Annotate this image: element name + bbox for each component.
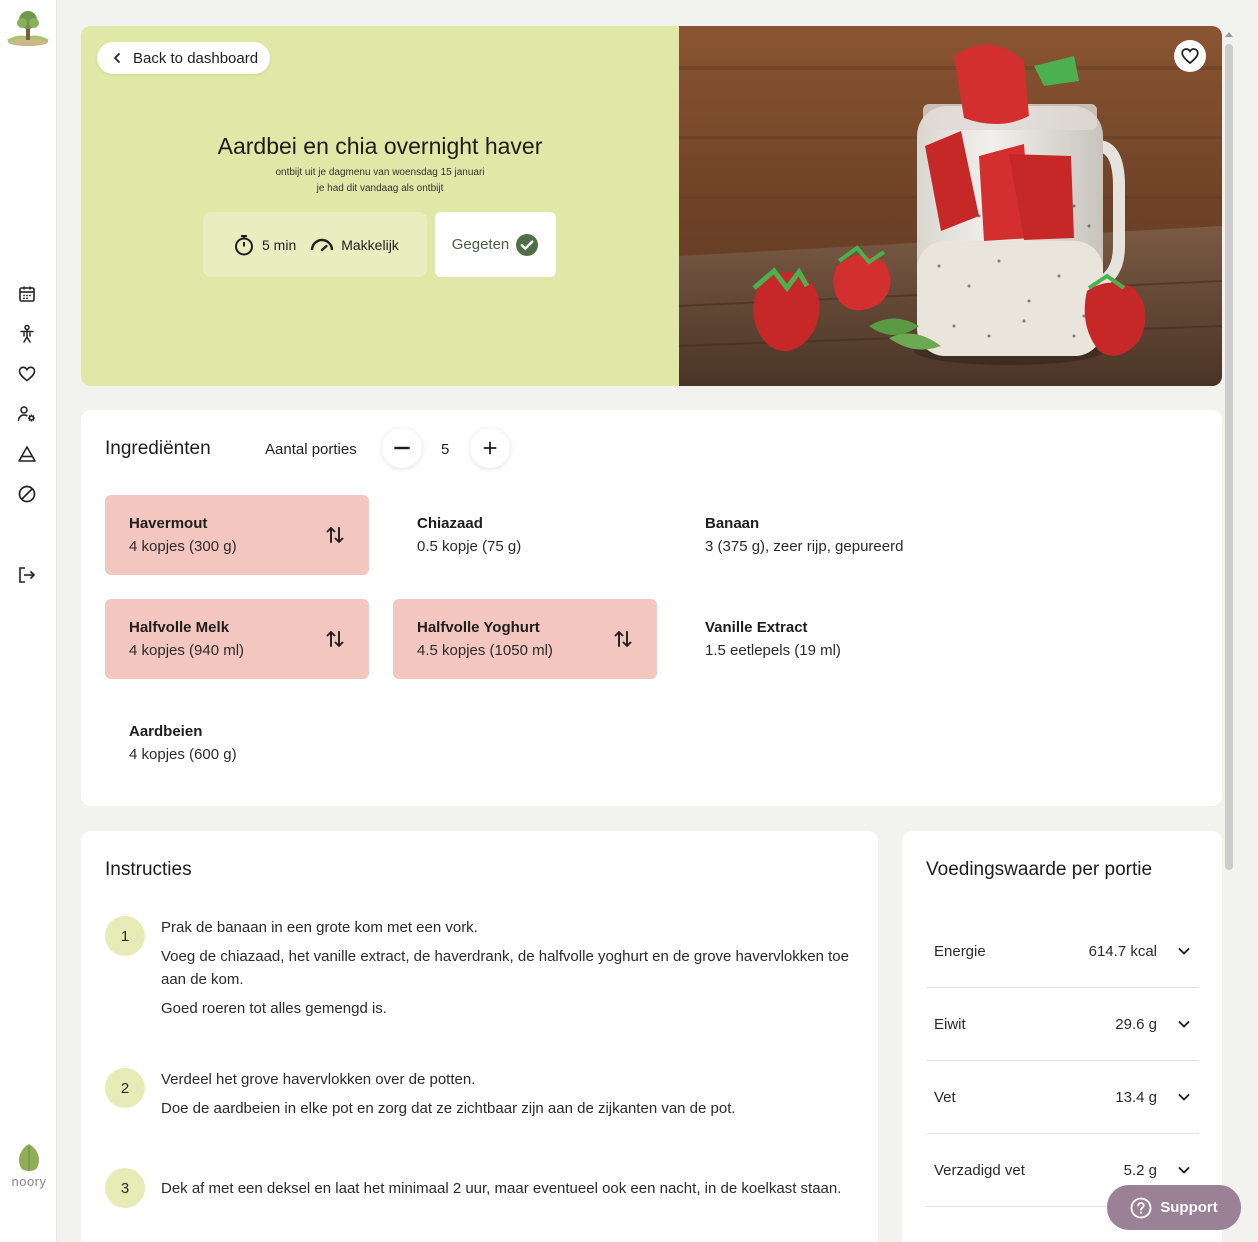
chevron-down-icon <box>1178 1094 1190 1101</box>
back-to-dashboard-button[interactable]: Back to dashboard <box>97 42 271 74</box>
plus-icon <box>483 441 497 455</box>
sidebar: noory <box>0 0 57 1242</box>
nutrition-value: 13.4 g <box>1115 1088 1157 1106</box>
calendar-icon[interactable] <box>16 283 38 305</box>
step-text: Goed roeren tot alles gemengd is. <box>161 1000 387 1017</box>
chevron-down-icon <box>1178 948 1190 955</box>
ingredient-amount: 0.5 kopje (75 g) <box>417 538 522 555</box>
decrease-portions-button[interactable] <box>382 428 422 468</box>
scroll-up-icon[interactable] <box>1224 30 1234 38</box>
ingredient-name: Vanille Extract <box>705 619 808 636</box>
ingredient-amount: 4 kopjes (940 ml) <box>129 642 245 659</box>
ingredient-amount: 1.5 eetlepels (19 ml) <box>705 642 841 659</box>
prep-time: 5 min <box>233 234 296 256</box>
ban-icon[interactable] <box>16 483 38 505</box>
minus-icon <box>394 446 410 450</box>
leaf-icon <box>15 1142 43 1174</box>
recipe-meta: 5 min Makkelijk <box>203 212 427 277</box>
ingredient-name: Aardbeien <box>129 723 203 740</box>
check-circle-icon <box>516 233 539 256</box>
step-number: 1 <box>105 916 145 956</box>
recipe-hero: Back to dashboard Aardbei en chia overni… <box>81 26 1222 386</box>
nutrition-label: Eiwit <box>934 1015 966 1033</box>
step-text: Prak de banaan in een grote kom met een … <box>161 919 478 936</box>
recipe-image <box>679 26 1222 386</box>
heart-icon[interactable] <box>16 363 38 385</box>
chevron-down-icon <box>1178 1021 1190 1028</box>
ingredient-amount: 3 (375 g), zeer rijp, gepureerd <box>705 538 904 555</box>
nutrition-value: 614.7 kcal <box>1088 942 1157 960</box>
ingredient-name: Banaan <box>705 515 760 532</box>
support-button[interactable]: Support <box>1107 1185 1241 1230</box>
step-text: Doe de aardbeien in elke pot en zorg dat… <box>161 1100 736 1117</box>
nutrition-row[interactable]: Energie 614.7 kcal <box>926 915 1199 988</box>
gauge-icon <box>311 238 334 251</box>
ingredients-title: Ingrediënten <box>105 438 211 459</box>
back-label: Back to dashboard <box>133 49 259 67</box>
ingredient-name: Havermout <box>129 515 208 532</box>
eaten-button[interactable]: Gegeten <box>435 212 556 277</box>
portions-label: Aantal porties <box>265 441 357 458</box>
difficulty-value: Makkelijk <box>341 236 399 253</box>
scrollbar-thumb[interactable] <box>1225 44 1233 870</box>
hero-info-panel: Back to dashboard Aardbei en chia overni… <box>81 26 679 386</box>
nutrition-label: Verzadigd vet <box>934 1161 1025 1179</box>
stopwatch-icon <box>235 234 253 255</box>
favorite-button[interactable] <box>1174 40 1206 72</box>
nutrition-value: 29.6 g <box>1115 1015 1157 1033</box>
brand-name: noory <box>11 1174 47 1189</box>
ingredient-item: Halfvolle Melk 4 kopjes (940 ml) <box>105 599 369 679</box>
step-text: Voeg de chiazaad, het vanille extract, d… <box>161 948 849 988</box>
nutrition-value: 5.2 g <box>1123 1161 1157 1179</box>
nutrition-title: Voedingswaarde per portie <box>926 859 1153 880</box>
recipe-subtitle: ontbijt uit je dagmenu van woensdag 15 j… <box>275 167 485 178</box>
nutrition-label: Vet <box>934 1088 956 1106</box>
brand-logo: noory <box>4 1142 54 1189</box>
chevron-left-icon <box>114 53 120 63</box>
prep-time-value: 5 min <box>262 236 297 253</box>
logout-icon[interactable] <box>16 564 38 586</box>
swap-icon[interactable] <box>613 629 633 649</box>
ingredient-name: Halfvolle Yoghurt <box>417 619 540 636</box>
heart-outline-icon <box>1181 48 1199 65</box>
ingredient-item: Vanille Extract 1.5 eetlepels (19 ml) <box>681 599 1001 679</box>
help-icon <box>1130 1197 1152 1218</box>
ingredient-item: Aardbeien 4 kopjes (600 g) <box>105 703 369 783</box>
nutrition-card: Voedingswaarde per portie Energie 614.7 … <box>902 831 1222 1242</box>
step-number: 3 <box>105 1168 145 1208</box>
user-settings-icon[interactable] <box>16 403 38 425</box>
swap-icon[interactable] <box>325 629 345 649</box>
instructions-title: Instructies <box>105 859 192 880</box>
ingredient-item: Banaan 3 (375 g), zeer rijp, gepureerd <box>681 495 1001 575</box>
eaten-label: Gegeten <box>451 236 510 253</box>
ingredient-item: Halfvolle Yoghurt 4.5 kopjes (1050 ml) <box>393 599 657 679</box>
ingredient-amount: 4 kopjes (600 g) <box>129 746 237 763</box>
recipe-title: Aardbei en chia overnight haver <box>217 133 543 159</box>
recipe-photo <box>679 26 1222 386</box>
step-text: Verdeel het grove havervlokken over de p… <box>161 1071 476 1088</box>
ingredient-amount: 4 kopjes (300 g) <box>129 538 237 555</box>
ingredient-name: Halfvolle Melk <box>129 619 230 636</box>
difficulty: Makkelijk <box>310 237 399 253</box>
logo-tree-icon[interactable] <box>5 8 51 48</box>
ingredient-item: Havermout 4 kopjes (300 g) <box>105 495 369 575</box>
portions-value: 5 <box>441 441 450 458</box>
body-icon[interactable] <box>16 323 38 345</box>
nutrition-row[interactable]: Eiwit 29.6 g <box>926 988 1199 1061</box>
step-number: 2 <box>105 1068 145 1108</box>
ingredient-name: Chiazaad <box>417 515 483 532</box>
step-text: Dek af met een deksel en laat het minima… <box>161 1180 842 1197</box>
nutrition-label: Energie <box>934 942 986 960</box>
swap-icon[interactable] <box>325 525 345 545</box>
ingredient-amount: 4.5 kopjes (1050 ml) <box>417 642 553 659</box>
increase-portions-button[interactable] <box>470 428 510 468</box>
ingredient-item: Chiazaad 0.5 kopje (75 g) <box>393 495 657 575</box>
instructions-card: Instructies 1 Prak de banaan in een grot… <box>81 831 878 1242</box>
nutrition-row[interactable]: Vet 13.4 g <box>926 1061 1199 1134</box>
support-label: Support <box>1160 1199 1218 1216</box>
recipe-subtitle-2: je had dit vandaag als ontbijt <box>316 183 444 194</box>
triangle-icon[interactable] <box>16 443 38 465</box>
ingredients-card: Ingrediënten Aantal porties 5 Havermout … <box>81 410 1222 806</box>
chevron-down-icon <box>1178 1167 1190 1174</box>
